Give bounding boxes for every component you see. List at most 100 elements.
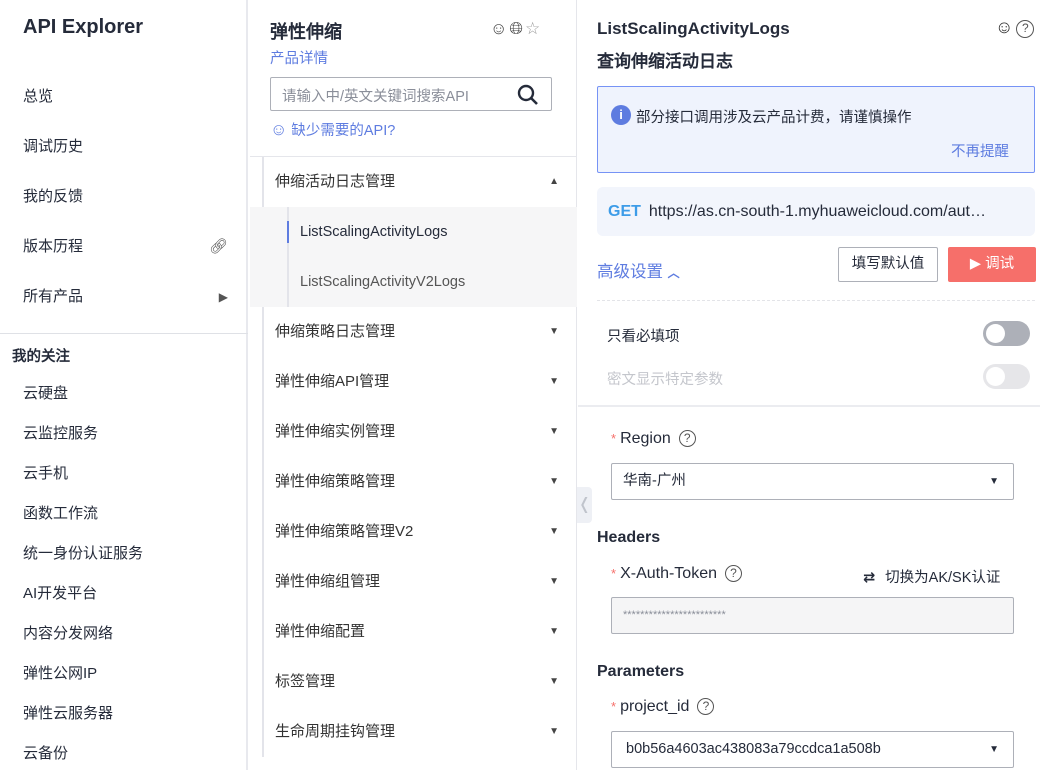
category-item[interactable]: 伸缩策略日志管理 ▼ <box>250 307 577 357</box>
caret-down-icon: ▼ <box>549 507 559 557</box>
help-icon[interactable]: ? <box>697 698 714 715</box>
product-actions: ☺🌐︎☆ <box>490 19 542 39</box>
category-item[interactable]: 弹性伸缩API管理▼ <box>250 357 577 407</box>
help-icon[interactable]: ? <box>725 565 742 582</box>
category-item[interactable]: 标签管理▼ <box>250 657 577 707</box>
nav-label: 所有产品 <box>23 288 83 305</box>
favorite-item[interactable]: 统一身份认证服务 <box>23 543 143 565</box>
switch-auth-link[interactable]: ⇄切换为AK/SK认证 <box>863 566 1000 587</box>
favorite-item[interactable]: 云手机 <box>23 463 68 485</box>
request-url-bar: GET https://as.cn-south-1.myhuaweicloud.c… <box>597 187 1035 236</box>
globe-icon[interactable]: 🌐︎ <box>509 19 525 38</box>
category-label: 弹性伸缩配置 <box>275 623 365 640</box>
missing-api-label: 缺少需要的API? <box>291 123 395 139</box>
region-select[interactable]: 华南-广州▼ <box>611 463 1014 500</box>
caret-down-icon: ▼ <box>549 607 559 657</box>
chevron-up-icon: ︿ <box>668 266 680 280</box>
favorite-item[interactable]: 云备份 <box>23 743 68 765</box>
region-value: 华南-广州 <box>623 473 686 489</box>
caret-down-icon: ▼ <box>989 732 999 767</box>
api-item-selected[interactable]: ListScalingActivityLogs <box>250 207 577 257</box>
caret-down-icon: ▼ <box>549 357 559 407</box>
divider <box>597 300 1035 301</box>
caret-down-icon: ▼ <box>549 707 559 757</box>
divider <box>578 405 1040 407</box>
category-item[interactable]: 弹性伸缩策略管理▼ <box>250 457 577 507</box>
switch-auth-label: 切换为AK/SK认证 <box>885 570 1000 586</box>
category-label: 弹性伸缩策略管理V2 <box>275 523 413 540</box>
search-placeholder: 请输入中/英文关键词搜索API <box>282 85 469 106</box>
nav-debug-history[interactable]: 调试历史 <box>23 135 228 159</box>
category-item[interactable]: 生命周期挂钩管理 ▼ <box>250 707 577 757</box>
app-title: API Explorer <box>23 16 143 39</box>
favorite-item[interactable]: 内容分发网络 <box>23 623 113 645</box>
nav-feedback[interactable]: 我的反馈 <box>23 185 228 209</box>
left-sidebar: API Explorer 总览 调试历史 我的反馈 版本历程🔗︎ 所有产品▶ 我… <box>0 0 248 770</box>
fill-default-button[interactable]: 填写默认值 <box>838 247 938 282</box>
category-item[interactable]: 弹性伸缩配置 ▼ <box>250 607 577 657</box>
favorite-item[interactable]: AI开发平台 <box>23 583 97 605</box>
nav-version-history[interactable]: 版本历程🔗︎ <box>23 235 228 259</box>
feedback-smile-icon[interactable]: ☺ <box>490 19 509 38</box>
search-icon[interactable] <box>517 84 539 106</box>
caret-right-icon: ▶ <box>219 285 228 309</box>
api-search-input[interactable]: 请输入中/英文关键词搜索API <box>270 77 552 111</box>
caret-down-icon: ▼ <box>549 457 559 507</box>
missing-api-link[interactable]: ☺ 缺少需要的API? <box>270 119 395 140</box>
nav-label: 调试历史 <box>23 138 83 155</box>
caret-down-icon: ▼ <box>549 557 559 607</box>
category-item[interactable]: 弹性伸缩策略管理V2 ▼ <box>250 507 577 557</box>
parameters-title: Parameters <box>597 663 684 681</box>
caret-down-icon: ▼ <box>549 407 559 457</box>
category-label: 生命周期挂钩管理 <box>275 723 395 740</box>
favorite-item[interactable]: 云硬盘 <box>23 383 68 405</box>
token-label-text: X-Auth-Token <box>620 565 717 582</box>
nav-label: 版本历程 <box>23 238 83 255</box>
headers-title: Headers <box>597 529 660 547</box>
play-icon: ▶ <box>970 256 981 272</box>
request-url: https://as.cn-south-1.myhuaweicloud.com/… <box>649 203 986 220</box>
project-id-select[interactable]: b0b56a4603ac438083a79ccdca1a508b ▼ <box>611 731 1014 768</box>
api-actions: ☺? <box>995 17 1034 38</box>
billing-notice: i 部分接口调用涉及云产品计费，请谨慎操作 不再提醒 <box>597 86 1035 173</box>
category-label: 伸缩活动日志管理 <box>275 173 395 190</box>
nav-label: 我的反馈 <box>23 188 83 205</box>
feedback-smile-icon[interactable]: ☺ <box>995 17 1013 37</box>
favorite-item[interactable]: 弹性云服务器 <box>23 703 113 725</box>
only-required-toggle[interactable] <box>983 321 1030 346</box>
region-label: * Region? <box>611 430 696 448</box>
http-method: GET <box>608 203 641 220</box>
project-id-label-text: project_id <box>620 698 689 715</box>
product-details-link[interactable]: 产品详情 <box>270 47 328 68</box>
favorite-item[interactable]: 云监控服务 <box>23 423 98 445</box>
category-item[interactable]: 弹性伸缩实例管理 ▼ <box>250 407 577 457</box>
dismiss-notice-link[interactable]: 不再提醒 <box>951 140 1009 161</box>
caret-down-icon: ▼ <box>549 657 559 707</box>
token-input[interactable]: ************************ <box>611 597 1014 634</box>
product-title: 弹性伸缩 <box>270 18 342 44</box>
notice-text: 部分接口调用涉及云产品计费，请谨慎操作 <box>636 106 912 127</box>
region-label-text: Region <box>620 430 671 447</box>
caret-down-icon: ▼ <box>549 307 559 357</box>
category-label: 弹性伸缩实例管理 <box>275 423 395 440</box>
nav-all-products[interactable]: 所有产品 ▶ <box>23 285 228 309</box>
star-icon[interactable]: ☆ <box>525 19 542 38</box>
category-item[interactable]: 伸缩活动日志管理 ▲ <box>250 157 577 207</box>
nav-overview[interactable]: 总览 <box>23 85 228 109</box>
debug-button[interactable]: ▶ 调试 <box>948 247 1036 282</box>
help-icon[interactable]: ? <box>679 430 696 447</box>
api-list-panel: 弹性伸缩 ☺🌐︎☆ 产品详情 请输入中/英文关键词搜索API ☺ 缺少需要的AP… <box>250 0 577 770</box>
required-icon: * <box>611 431 616 446</box>
category-item[interactable]: 弹性伸缩组管理▼ <box>250 557 577 607</box>
caret-up-icon: ▲ <box>549 157 559 207</box>
advanced-settings-toggle[interactable]: 高级设置 ︿ <box>597 258 680 282</box>
project-id-value: b0b56a4603ac438083a79ccdca1a508b <box>626 741 881 757</box>
category-label: 伸缩策略日志管理 <box>275 323 395 340</box>
favorite-item[interactable]: 函数工作流 <box>23 503 98 525</box>
divider <box>0 333 248 334</box>
api-item[interactable]: ListScalingActivityV2Logs <box>250 257 577 307</box>
help-icon[interactable]: ? <box>1016 20 1034 38</box>
favorite-item[interactable]: 弹性公网IP <box>23 663 97 685</box>
only-required-label: 只看必填项 <box>607 325 680 346</box>
token-value: ************************ <box>623 609 726 621</box>
